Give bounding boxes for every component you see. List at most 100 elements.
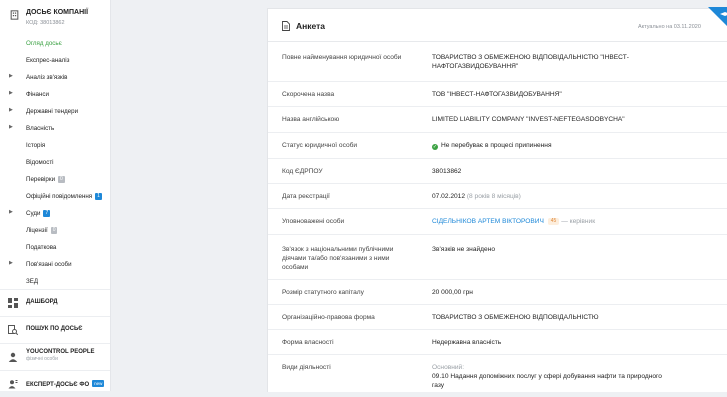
- search-dossier-label: ПОШУК ПО ДОСЬЄ: [26, 326, 83, 332]
- building-icon: [10, 10, 19, 20]
- count-badge: 7: [43, 210, 51, 217]
- field-label: Назва англійською: [282, 116, 340, 123]
- nav-item-ownership[interactable]: ▶ Власність: [0, 120, 110, 137]
- field-value: ТОВАРИСТВО З ОБМЕЖЕНОЮ ВІДПОВІДАЛЬНІСТЮ: [432, 314, 599, 321]
- nav-item-finance[interactable]: ▶ Фінанси: [0, 86, 110, 103]
- field-value: Зв'язків не знайдено: [432, 246, 496, 253]
- person-card-icon: [8, 380, 18, 389]
- field-value: ТОВ "ІНВЕСТ-НАФТОГАЗВИДОБУВАННЯ": [432, 91, 562, 98]
- row-reg-date: Дата реєстрації 07.02.2012 (8 років 8 мі…: [268, 184, 727, 209]
- field-value: 38013862: [432, 168, 462, 175]
- field-label: Форма власності: [282, 339, 334, 346]
- people-sublabel: фізичні особи: [26, 356, 58, 362]
- nav-item-related[interactable]: ▶ Пов'язані особи: [0, 256, 110, 273]
- field-label: Скорочена назва: [282, 91, 335, 98]
- caret-right-icon: ▶: [9, 90, 13, 96]
- card-title: Анкета: [296, 21, 326, 31]
- role-text: — керівник: [561, 218, 596, 225]
- field-label: Дата реєстрації: [282, 193, 330, 200]
- caret-right-icon: ▶: [9, 107, 13, 113]
- field-value: ✓ Не перебуває в процесі припинення: [432, 141, 662, 150]
- field-value: LIMITED LIABILITY COMPANY "INVEST-NEFTEG…: [432, 116, 625, 123]
- nav-label: Експрес-аналіз: [26, 57, 70, 64]
- field-label: Зв'язок з національними публічними діяча…: [282, 246, 394, 271]
- new-badge: new: [92, 380, 105, 387]
- sidebar: ДОСЬЄ КОМПАНІЇ КОД: 38013862 Огляд досьє…: [0, 0, 111, 391]
- expert-label: ЕКСПЕРТ-ДОСЬЄ ФО: [26, 382, 90, 388]
- nav-label: Офіційні повідомлення: [26, 193, 93, 200]
- person-link[interactable]: СІДЕЛЬНІКОВ АРТЕМ ВІКТОРОВИЧ: [432, 218, 544, 225]
- field-label: Код ЄДРПОУ: [282, 168, 323, 175]
- updated-date: Актуально на 03.11.2020: [638, 24, 701, 30]
- nav-label: Суди: [26, 210, 41, 217]
- nav-item-history[interactable]: Історія: [0, 137, 110, 154]
- field-value: Основний: 09.10 Надання допоміжних послу…: [432, 363, 662, 390]
- row-full-name: Повне найменування юридичної особи ТОВАР…: [268, 42, 727, 82]
- field-label: Організаційно-правова форма: [282, 314, 375, 321]
- count-badge: 0: [50, 227, 58, 234]
- field-label: Розмір статутного капіталу: [282, 289, 364, 296]
- nav-label: Ліцензії: [26, 227, 48, 234]
- count-badge: 45: [547, 218, 560, 225]
- date-value: 07.02.2012: [432, 193, 466, 200]
- nav-item-overview[interactable]: Огляд досьє: [0, 35, 110, 52]
- count-badge: 0: [58, 176, 65, 183]
- sidebar-bottom: ДАШБОРД ПОШУК ПО ДОСЬЄ YOUCONTROL PEOPLE…: [0, 289, 110, 397]
- nav-item-tax[interactable]: Податкова: [0, 239, 110, 256]
- caret-right-icon: ▶: [9, 260, 13, 266]
- nav-item-tenders[interactable]: ▶ Державні тендери: [0, 103, 110, 120]
- nav-item-notices[interactable]: Офіційні повідомлення 1: [0, 188, 110, 205]
- activity-value: 09.10 Надання допоміжних послуг у сфері …: [432, 373, 662, 389]
- field-label: Уповноважені особи: [282, 218, 345, 225]
- nav-item-records[interactable]: Відомості: [0, 154, 110, 171]
- row-edrpou: Код ЄДРПОУ 38013862: [268, 159, 727, 184]
- caret-right-icon: ▶: [9, 73, 13, 79]
- field-value: Недержавна власність: [432, 339, 502, 346]
- expert-dossier-link[interactable]: ЕКСПЕРТ-ДОСЬЄ ФО new: [0, 370, 110, 397]
- caret-right-icon: ▶: [9, 209, 13, 215]
- nav-item-courts[interactable]: ▶ Суди 7: [0, 205, 110, 222]
- dashboard-label: ДАШБОРД: [26, 299, 58, 305]
- nav-label: Відомості: [26, 159, 54, 166]
- row-legal-form: Організаційно-правова форма ТОВАРИСТВО З…: [268, 305, 727, 330]
- sidebar-nav: Огляд досьє Експрес-аналіз ▶ Аналіз зв'яз…: [0, 35, 110, 290]
- nav-item-inspections[interactable]: Перевірки 0: [0, 171, 110, 188]
- nav-label: Державні тендери: [26, 108, 79, 115]
- dashboard-icon: [8, 298, 18, 308]
- field-value: ТОВАРИСТВО З ОБМЕЖЕНОЮ ВІДПОВІДАЛЬНІСТЮ …: [432, 54, 629, 70]
- nav-label: Власність: [26, 125, 55, 132]
- card-header: Анкета Актуально на 03.11.2020: [268, 7, 727, 42]
- nav-item-zed[interactable]: ЗЕД: [0, 273, 110, 290]
- people-label: YOUCONTROL PEOPLE: [26, 349, 95, 355]
- people-link[interactable]: YOUCONTROL PEOPLE фізичні особи: [0, 343, 110, 370]
- document-icon: [282, 21, 290, 31]
- nav-item-licenses[interactable]: Ліцензії 0: [0, 222, 110, 239]
- row-activities: Види діяльності Основний: 09.10 Надання …: [268, 355, 727, 392]
- dashboard-link[interactable]: ДАШБОРД: [0, 289, 110, 316]
- row-status: Статус юридичної особи ✓ Не перебуває в п…: [268, 133, 727, 159]
- person-icon: [8, 352, 18, 362]
- company-code: КОД: 38013862: [26, 20, 65, 26]
- nav-label: Пов'язані особи: [26, 261, 72, 268]
- nav-item-express[interactable]: Експрес-аналіз: [0, 52, 110, 69]
- nav-label: Історія: [26, 142, 46, 149]
- field-value: 20 000,00 грн: [432, 289, 473, 296]
- row-pep: Зв'язок з національними публічними діяча…: [268, 235, 727, 280]
- search-dossier-link[interactable]: ПОШУК ПО ДОСЬЄ: [0, 316, 110, 343]
- nav-item-links[interactable]: ▶ Аналіз зв'язків: [0, 69, 110, 86]
- nav-label: Податкова: [26, 244, 57, 251]
- row-ownership: Форма власності Недержавна власність: [268, 330, 727, 355]
- status-text: Не перебуває в процесі припинення: [441, 142, 552, 149]
- count-badge: 1: [95, 193, 102, 200]
- graduation-cap-icon[interactable]: [708, 7, 727, 29]
- company-title: ДОСЬЄ КОМПАНІЇ: [26, 9, 89, 16]
- nav-label: Перевірки: [26, 176, 56, 183]
- row-short-name: Скорочена назва ТОВ "ІНВЕСТ-НАФТОГАЗВИДО…: [268, 82, 727, 107]
- field-label: Статус юридичної особи: [282, 142, 358, 149]
- nav-label: Огляд досьє: [26, 40, 62, 47]
- questionnaire-card: Анкета Актуально на 03.11.2020 Повне най…: [267, 7, 727, 392]
- field-value: 07.02.2012 (8 років 8 місяців): [432, 192, 662, 201]
- field-label: Повне найменування юридичної особи: [282, 54, 402, 61]
- nav-label: ЗЕД: [26, 278, 39, 285]
- duration-text: (8 років 8 місяців): [466, 193, 521, 200]
